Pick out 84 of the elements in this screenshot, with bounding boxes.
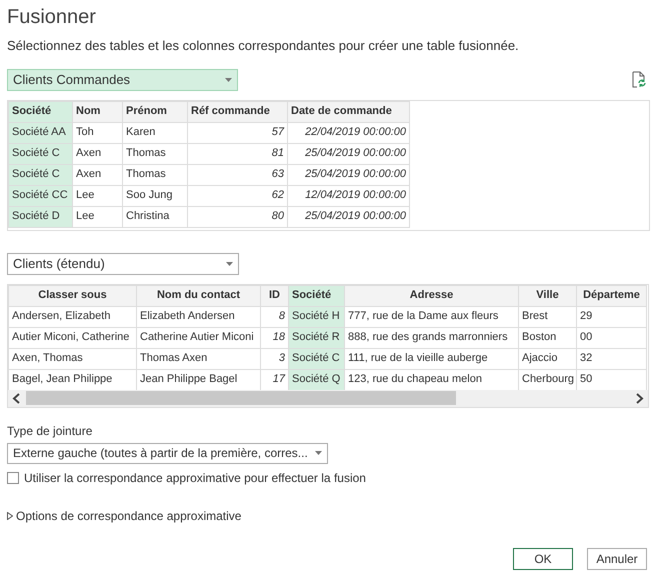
table-cell: Société Q — [288, 369, 344, 390]
table-cell: 62 — [188, 185, 288, 206]
table-cell: Société AA — [8, 122, 72, 143]
table-cell: 3 — [260, 348, 288, 369]
table-cell: Société C — [8, 143, 72, 164]
table-cell: 123, rue du chapeau melon — [344, 369, 518, 390]
table-cell: Thomas Axen — [136, 348, 260, 369]
table-cell: 63 — [188, 164, 288, 185]
refresh-document-icon[interactable] — [632, 71, 646, 88]
column-header[interactable]: Société — [288, 285, 344, 306]
column-header[interactable]: Réf commande — [188, 101, 288, 122]
table-cell: 00 — [576, 327, 646, 348]
table-cell: Axen, Thomas — [8, 348, 136, 369]
column-header[interactable]: Départeme — [576, 285, 646, 306]
table-cell: 50 — [576, 369, 646, 390]
caret-icon — [226, 262, 233, 266]
column-header[interactable]: Nom du contact — [136, 285, 260, 306]
column-header[interactable]: Nom — [72, 101, 122, 122]
fuzzy-options-toggle[interactable]: Options de correspondance approximative — [7, 506, 242, 524]
table-cell: Catherine Autier Miconi — [136, 327, 260, 348]
caret-icon — [225, 78, 232, 82]
table-cell: 57 — [188, 122, 288, 143]
table-cell: 25/04/2019 00:00:00 — [288, 164, 410, 185]
column-header[interactable]: Date de commande — [288, 101, 410, 122]
table-cell: Christina — [122, 206, 188, 227]
table-cell: Société C — [8, 164, 72, 185]
scrollbar-thumb[interactable] — [26, 391, 456, 405]
table-dropdown[interactable]: Clients Commandes — [7, 68, 238, 90]
table-cell: Axen — [72, 143, 122, 164]
checkbox-label[interactable]: Utiliser la correspondance approximative pour effectuer la fusion — [24, 468, 366, 486]
table-cell: Société C — [288, 348, 344, 369]
table-cell: Thomas — [122, 164, 188, 185]
table-cell: 111, rue de la vieille auberge — [344, 348, 518, 369]
column-header[interactable]: ID — [260, 285, 288, 306]
table-cell: 25/04/2019 00:00:00 — [288, 143, 410, 164]
table-cell: 29 — [576, 306, 646, 327]
table-cell: 22/04/2019 00:00:00 — [288, 122, 410, 143]
table-cell: Andersen, Elizabeth — [8, 306, 136, 327]
table-cell: 32 — [576, 348, 646, 369]
column-header[interactable]: Prénom — [122, 101, 188, 122]
table-cell: 18 — [260, 327, 288, 348]
column-header[interactable]: Classer sous — [8, 285, 136, 306]
checkbox[interactable] — [7, 472, 19, 484]
table-cell: Boston — [518, 327, 576, 348]
scroll-right-icon[interactable] — [636, 392, 644, 404]
table-cell: Elizabeth Andersen — [136, 306, 260, 327]
table-cell: Cherbourg — [518, 369, 576, 390]
table-cell: Brest — [518, 306, 576, 327]
column-header[interactable]: Ville — [518, 285, 576, 306]
join-type-label: Type de jointure — [7, 422, 94, 440]
table-cell: Société R — [288, 327, 344, 348]
table-cell: Ajaccio — [518, 348, 576, 369]
table-cell: 17 — [260, 369, 288, 390]
table-cell: Société CC — [8, 185, 72, 206]
table-cell: Autier Miconi, Catherine — [8, 327, 136, 348]
scroll-left-icon[interactable] — [12, 392, 20, 404]
dialog-button[interactable]: Annuler — [587, 548, 647, 570]
column-header[interactable]: Adresse — [344, 285, 518, 306]
instruction-text: Sélectionnez des tables et les colonnes correspondantes pour créer une table fusionnée. — [7, 37, 520, 55]
table-cell: Société H — [288, 306, 344, 327]
table-cell: Toh — [72, 122, 122, 143]
dialog-title: Fusionner — [7, 5, 97, 28]
dialog-button[interactable]: OK — [513, 548, 573, 570]
column-header[interactable]: Société — [8, 101, 72, 122]
table-dropdown[interactable]: Clients (étendu) — [7, 252, 239, 274]
table-cell: Axen — [72, 164, 122, 185]
table-cell: 8 — [260, 306, 288, 327]
table-cell: 12/04/2019 00:00:00 — [288, 185, 410, 206]
table-cell: Karen — [122, 122, 188, 143]
join-type-dropdown[interactable]: Externe gauche (toutes à partir de la première, corres... — [7, 442, 328, 464]
table-cell: Lee — [72, 185, 122, 206]
table-cell: Bagel, Jean Philippe — [8, 369, 136, 390]
table-cell: 80 — [188, 206, 288, 227]
table-cell: Société D — [8, 206, 72, 227]
table-cell: 888, rue des grands marronniers — [344, 327, 518, 348]
table-cell: 81 — [188, 143, 288, 164]
table-cell: 777, rue de la Dame aux fleurs — [344, 306, 518, 327]
table-cell: Lee — [72, 206, 122, 227]
horizontal-scrollbar[interactable] — [8, 390, 648, 406]
table-cell: 25/04/2019 00:00:00 — [288, 206, 410, 227]
table-cell: Jean Philippe Bagel — [136, 369, 260, 390]
caret-icon — [315, 451, 322, 455]
table-cell: Soo Jung — [122, 185, 188, 206]
table-cell: Thomas — [122, 143, 188, 164]
